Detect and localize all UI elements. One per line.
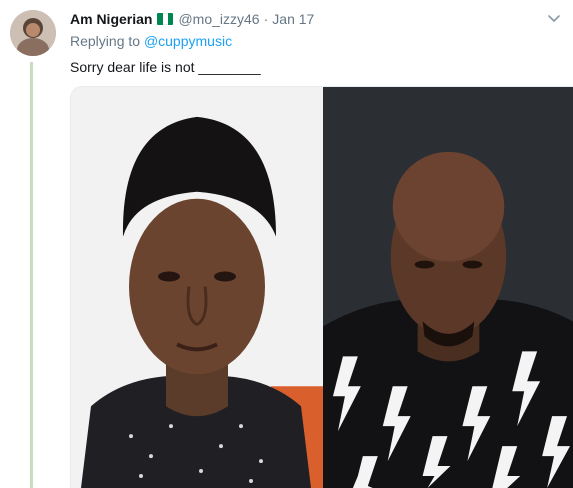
tweet-header: Am Nigerian @mo_izzy46 · Jan 17	[70, 10, 314, 28]
media-photo-left[interactable]	[71, 87, 323, 488]
avatar-image	[10, 10, 56, 56]
nigeria-flag-icon	[157, 13, 174, 25]
replying-prefix: Replying to	[70, 33, 144, 49]
user-handle[interactable]: @mo_izzy46	[178, 11, 259, 27]
media-photo-right[interactable]	[323, 87, 573, 488]
thread-connector-line	[30, 62, 33, 488]
timestamp[interactable]: Jan 17	[272, 11, 314, 27]
replying-to-link[interactable]: @cuppymusic	[144, 33, 232, 49]
replying-to-line: Replying to @cuppymusic	[70, 33, 232, 49]
display-name[interactable]: Am Nigerian	[70, 11, 152, 27]
separator-dot: ·	[263, 11, 269, 27]
tweet-media[interactable]	[70, 86, 573, 488]
portrait-image-right	[323, 87, 573, 488]
tweet-text: Sorry dear life is not ________	[70, 59, 261, 75]
chevron-down-icon[interactable]	[547, 12, 561, 26]
portrait-image-left	[71, 87, 323, 488]
avatar[interactable]	[10, 10, 56, 56]
